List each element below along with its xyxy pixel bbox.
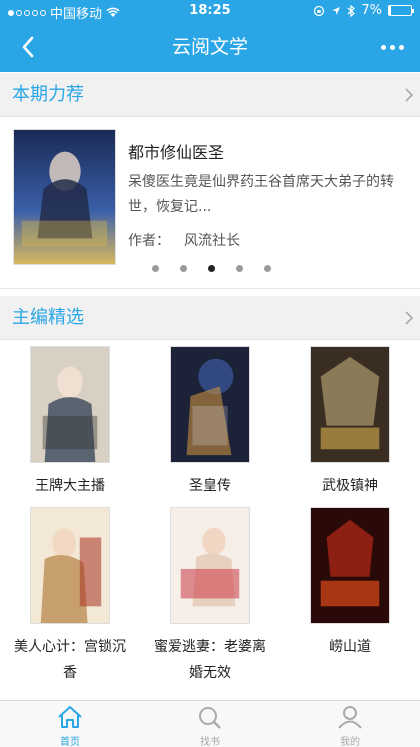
book-title: 崂山道 — [329, 639, 371, 655]
book-cover — [13, 129, 116, 265]
status-bar: 中国移动 18:25 7% — [0, 0, 420, 22]
search-icon — [199, 707, 221, 729]
tab-find-books[interactable]: 找书 — [140, 701, 280, 747]
author-name: 风流社长 — [184, 233, 240, 249]
home-icon — [58, 706, 82, 728]
more-button[interactable] — [370, 22, 414, 72]
battery-percent: 7% — [361, 3, 382, 18]
recommend-section-header[interactable]: 本期力荐 — [0, 73, 420, 117]
nav-bar: 云阅文学 — [0, 22, 420, 72]
section-title: 主编精选 — [12, 307, 84, 328]
section-title: 本期力荐 — [12, 84, 84, 105]
book-title: 美人心计：宫锁沉香 — [14, 639, 126, 681]
book-grid: 王牌大主播 圣皇传 武极镇神 美人心计：宫锁沉香 蜜爱逃妻：老婆离婚无效 崂山道 — [0, 341, 420, 700]
pager-dot[interactable] — [264, 265, 271, 272]
book-cover — [310, 346, 390, 463]
chevron-right-icon — [405, 88, 414, 102]
more-dot-icon — [389, 44, 395, 50]
pager-dot[interactable] — [208, 265, 215, 272]
book-title: 蜜爱逃妻：老婆离婚无效 — [154, 639, 266, 681]
tab-mine[interactable]: 我的 — [280, 701, 420, 747]
tab-label: 找书 — [200, 737, 220, 747]
book-card[interactable]: 武极镇神 — [280, 346, 420, 499]
book-cover — [310, 507, 390, 624]
carousel-pager[interactable] — [152, 265, 271, 272]
book-card[interactable]: 蜜爱逃妻：老婆离婚无效 — [140, 507, 280, 686]
page-title: 云阅文学 — [171, 36, 248, 58]
more-dot-icon — [398, 44, 404, 50]
chevron-right-icon — [405, 311, 414, 325]
book-cover — [30, 507, 110, 624]
book-card[interactable]: 圣皇传 — [140, 346, 280, 499]
tab-bar: 首页 找书 我的 — [0, 700, 420, 747]
book-card[interactable]: 美人心计：宫锁沉香 — [0, 507, 140, 686]
featured-book-card[interactable]: 都市修仙医圣 呆傻医生竟是仙界药王谷首席天大弟子的转世，恢复记... 作者： 风流… — [0, 117, 420, 289]
pager-dot[interactable] — [152, 265, 159, 272]
battery-icon — [388, 5, 414, 16]
user-icon — [338, 706, 362, 729]
location-icon — [332, 6, 341, 15]
more-dot-icon — [380, 44, 386, 50]
pager-dot[interactable] — [236, 265, 243, 272]
book-cover — [170, 507, 250, 624]
book-title: 王牌大主播 — [35, 478, 105, 494]
book-title: 武极镇神 — [322, 478, 378, 494]
tab-label: 我的 — [340, 737, 360, 747]
editor-picks-section-header[interactable]: 主编精选 — [0, 296, 420, 340]
book-card[interactable]: 崂山道 — [280, 507, 420, 660]
book-cover — [170, 346, 250, 463]
book-title: 都市修仙医圣 — [128, 143, 225, 162]
book-author: 作者： 风流社长 — [128, 230, 240, 250]
tab-home[interactable]: 首页 — [0, 701, 140, 747]
tab-label: 首页 — [60, 737, 80, 747]
pager-dot[interactable] — [180, 265, 187, 272]
author-label: 作者： — [128, 233, 170, 249]
bluetooth-icon — [347, 4, 356, 17]
book-description: 呆傻医生竟是仙界药王谷首席天大弟子的转世，恢复记... — [128, 174, 394, 215]
book-cover — [30, 346, 110, 463]
orientation-lock-icon — [314, 5, 325, 16]
book-card[interactable]: 王牌大主播 — [0, 346, 140, 499]
book-title: 圣皇传 — [189, 478, 231, 494]
